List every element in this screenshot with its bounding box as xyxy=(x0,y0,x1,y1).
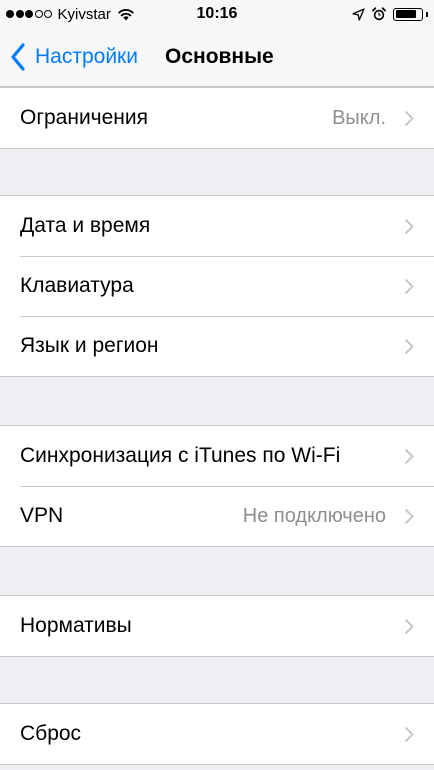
settings-group-date-keyboard-language: Дата и время Клавиатура Язык и регион xyxy=(0,195,434,377)
chevron-right-icon xyxy=(404,726,414,742)
chevron-right-icon xyxy=(404,278,414,294)
cell-label: Сброс xyxy=(20,722,82,745)
chevron-right-icon xyxy=(404,508,414,524)
page-title: Основные xyxy=(165,45,274,68)
chevron-left-icon xyxy=(11,43,25,71)
cell-date-time[interactable]: Дата и время xyxy=(0,196,434,256)
cell-label: Дата и время xyxy=(20,214,151,237)
chevron-right-icon xyxy=(404,618,414,634)
settings-group-restrictions: Ограничения Выкл. xyxy=(0,87,434,149)
cell-value: Не подключено xyxy=(242,504,386,527)
settings-screen: Kyivstar 10:16 Настройки Основные Ограни… xyxy=(0,0,434,770)
chevron-right-icon xyxy=(404,338,414,354)
cell-label: VPN xyxy=(20,504,64,527)
back-button[interactable]: Настройки xyxy=(10,41,138,73)
battery-icon xyxy=(393,7,423,21)
cell-label: Нормативы xyxy=(20,614,132,637)
cell-label: Язык и регион xyxy=(20,334,159,357)
back-button-label: Настройки xyxy=(35,45,138,68)
cell-label: Синхронизация с iTunes по Wi-Fi xyxy=(20,444,341,467)
alarm-clock-icon xyxy=(372,7,386,21)
chevron-right-icon xyxy=(404,110,414,126)
cell-keyboard[interactable]: Клавиатура xyxy=(0,256,434,316)
cell-reset[interactable]: Сброс xyxy=(0,704,434,764)
chevron-right-icon xyxy=(404,448,414,464)
cell-language-region[interactable]: Язык и регион xyxy=(0,316,434,376)
battery-fill xyxy=(395,10,416,18)
navigation-bar: Настройки Основные xyxy=(0,28,434,87)
cell-label: Клавиатура xyxy=(20,274,134,297)
cell-value: Выкл. xyxy=(332,106,386,129)
battery-tip xyxy=(426,11,428,17)
settings-group-regulatory: Нормативы xyxy=(0,595,434,657)
status-right xyxy=(352,5,428,23)
chevron-right-icon xyxy=(404,218,414,234)
status-bar: Kyivstar 10:16 xyxy=(0,0,434,28)
settings-group-reset: Сброс xyxy=(0,703,434,765)
settings-group-sync-vpn: Синхронизация с iTunes по Wi-Fi VPN Не п… xyxy=(0,425,434,547)
cell-regulatory[interactable]: Нормативы xyxy=(0,596,434,656)
cell-restrictions[interactable]: Ограничения Выкл. xyxy=(0,88,434,148)
cell-itunes-wifi-sync[interactable]: Синхронизация с iTunes по Wi-Fi xyxy=(0,426,434,486)
location-arrow-icon xyxy=(352,7,365,21)
cell-vpn[interactable]: VPN Не подключено xyxy=(0,486,434,546)
cell-label: Ограничения xyxy=(20,106,148,129)
